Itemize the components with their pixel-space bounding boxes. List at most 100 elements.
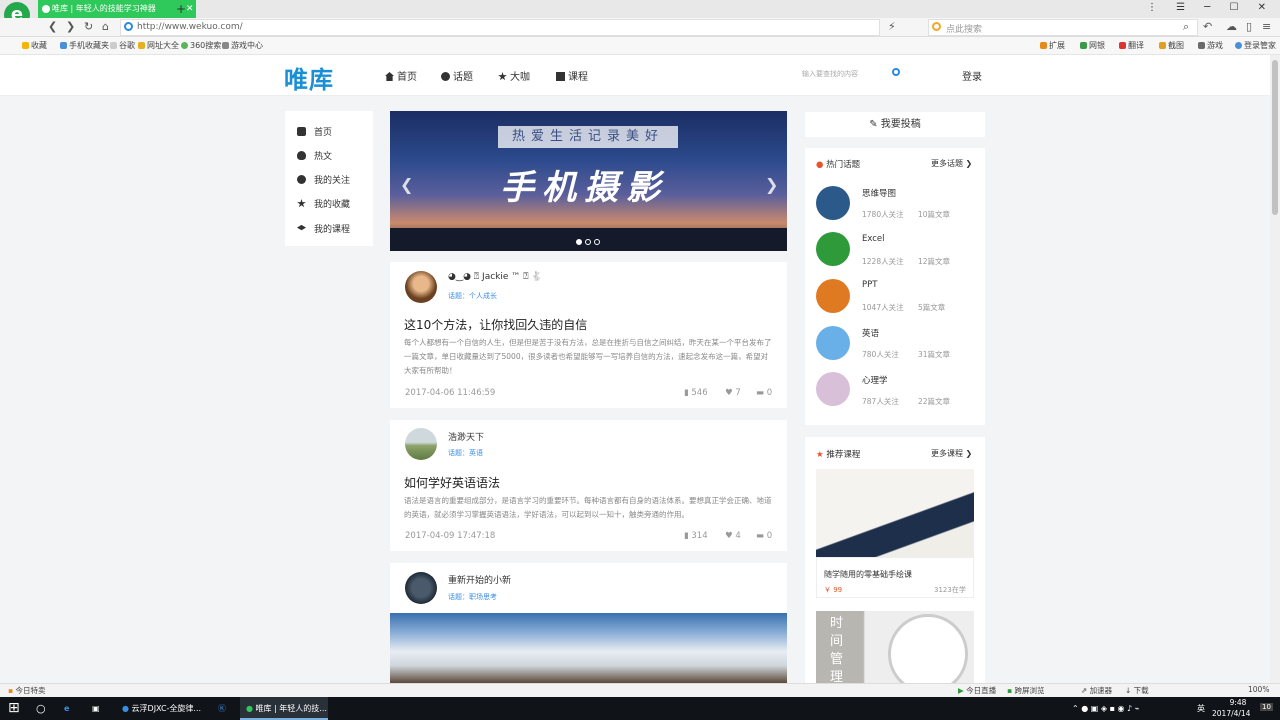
clock-date[interactable]: 2017/4/14 — [1212, 709, 1250, 718]
tool-login[interactable]: 登录管家 — [1235, 40, 1276, 51]
active-tab[interactable]: 唯库 | 年轻人的技能学习神器 — [38, 0, 196, 18]
bookmark-item[interactable]: 360搜索 — [181, 40, 221, 51]
search-icon[interactable] — [892, 68, 900, 76]
tray-icons[interactable]: ⌃ ● ▣ ◈ ▪ ◉ ♪ ⌁ — [1072, 697, 1140, 720]
like-stat[interactable]: ▮ 314 — [684, 531, 708, 541]
site-logo[interactable]: 唯库 — [284, 60, 334, 95]
topic-avatar[interactable] — [816, 326, 850, 360]
back-icon[interactable]: ❮ — [48, 20, 57, 33]
menu-icon[interactable]: ≡ — [1262, 20, 1271, 33]
topic-avatar[interactable] — [816, 372, 850, 406]
status-live[interactable]: ▶ 今日直播 — [958, 685, 996, 696]
menu-item-home[interactable]: 首页 — [297, 125, 332, 138]
article-title[interactable]: 如何学好英语语法 — [404, 474, 500, 491]
article-title[interactable]: 这10个方法，让你找回久违的自信 — [404, 316, 587, 333]
taskbar-app-browser[interactable]: ● 唯库 | 年轻人的技... — [240, 697, 328, 720]
notification-badge[interactable]: 10 — [1260, 703, 1273, 711]
course-title[interactable]: 随学随用的零基础手绘课 — [824, 569, 912, 580]
url-text[interactable]: http://www.wekuo.com/ — [137, 22, 243, 32]
phone-icon[interactable]: ▯ — [1246, 20, 1252, 33]
new-tab-button[interactable]: + — [176, 0, 186, 18]
forward-icon[interactable]: ❯ — [66, 20, 75, 33]
menu-item-favorites[interactable]: 我的收藏 — [297, 197, 350, 210]
nav-experts[interactable]: 大咖 — [498, 68, 530, 83]
window-controls[interactable]: ⋮ ☰ ─ ☐ ✕ — [1147, 2, 1274, 13]
k-app-icon[interactable]: Ⓚ — [212, 697, 236, 720]
avatar[interactable] — [405, 271, 437, 303]
search-icon[interactable]: ⌕ — [1183, 20, 1189, 34]
like-stat[interactable]: ▮ 546 — [684, 388, 708, 398]
carousel-dot[interactable] — [585, 239, 591, 245]
status-sale[interactable]: ▪ 今日特卖 — [8, 685, 45, 696]
home-icon[interactable]: ⌂ — [102, 20, 109, 33]
cloud-icon[interactable]: ☁ — [1226, 20, 1237, 33]
scrollbar-thumb[interactable] — [1272, 60, 1278, 215]
topic-name[interactable]: 心理学 — [862, 374, 888, 386]
status-accelerator[interactable]: ⇗ 加速器 — [1081, 685, 1112, 696]
undo-icon[interactable]: ↶ — [1203, 20, 1212, 33]
carousel-dot[interactable] — [594, 239, 600, 245]
tool-translate[interactable]: 翻译 — [1119, 40, 1144, 51]
avatar[interactable] — [405, 428, 437, 460]
store-icon[interactable]: ▣ — [92, 697, 106, 720]
menu-item-hot[interactable]: 热文 — [297, 149, 332, 162]
author-name[interactable]: 重新开始的小新 — [448, 573, 511, 586]
topic-link[interactable]: 话题：职场思考 — [448, 592, 497, 602]
topic-avatar[interactable] — [816, 232, 850, 266]
bookmark-item[interactable]: 谷歌 — [110, 40, 135, 51]
topic-link[interactable]: 话题：个人成长 — [448, 291, 497, 301]
topic-name[interactable]: Excel — [862, 234, 885, 244]
article-cover-image[interactable] — [390, 613, 787, 683]
prev-arrow-icon[interactable]: ❮ — [400, 175, 413, 194]
cortana-icon[interactable]: ○ — [36, 697, 50, 720]
course-cover-image[interactable] — [816, 469, 974, 557]
carousel-dot[interactable] — [576, 239, 582, 245]
bookmark-item[interactable]: 网址大全 — [138, 40, 179, 51]
more-topics-link[interactable]: 更多话题 ❯ — [931, 158, 972, 169]
status-download[interactable]: ↓ 下载 — [1125, 685, 1149, 696]
site-search-input[interactable]: 输入要查找的内容 — [802, 69, 858, 79]
nav-home[interactable]: 首页 — [385, 68, 417, 83]
speed-icon[interactable]: ⚡ — [888, 20, 896, 33]
menu-item-following[interactable]: 我的关注 — [297, 173, 350, 186]
clock-time[interactable]: 9:48 — [1218, 698, 1258, 707]
article-card[interactable] — [390, 262, 787, 408]
windows-start-icon[interactable]: ⊞ — [8, 697, 32, 720]
site-info-icon[interactable] — [124, 22, 133, 31]
menu-item-courses[interactable]: 我的课程 — [297, 222, 350, 235]
taskbar-app-music[interactable]: ● 云浮DJXC-全旋律... — [116, 697, 208, 720]
more-courses-link[interactable]: 更多课程 ❯ — [931, 448, 972, 459]
ime-lang[interactable]: 英 — [1197, 697, 1205, 720]
topic-avatar[interactable] — [816, 186, 850, 220]
heart-stat[interactable]: ♥ 7 — [725, 388, 741, 398]
comment-stat[interactable]: ▬ 0 — [756, 531, 772, 541]
close-icon[interactable]: ✕ — [186, 0, 196, 18]
tool-bank[interactable]: 网银 — [1080, 40, 1105, 51]
tool-screenshot[interactable]: 截图 — [1159, 40, 1184, 51]
heart-stat[interactable]: ♥ 4 — [725, 531, 741, 541]
status-crossscreen[interactable]: ▪ 跨屏浏览 — [1007, 685, 1044, 696]
tool-games[interactable]: 游戏 — [1198, 40, 1223, 51]
topic-avatar[interactable] — [816, 279, 850, 313]
author-name[interactable]: ◕‿◕ ⍰ Jackie ™ ⍰ 🐇 — [448, 272, 543, 282]
comment-stat[interactable]: ▬ 0 — [756, 388, 772, 398]
author-name[interactable]: 浩渺天下 — [448, 430, 484, 443]
search-engine-icon[interactable] — [932, 22, 941, 31]
status-zoom[interactable]: 100% — [1248, 685, 1269, 694]
nav-courses[interactable]: 课程 — [556, 68, 588, 83]
avatar[interactable] — [405, 572, 437, 604]
refresh-icon[interactable]: ↻ — [84, 20, 93, 33]
next-arrow-icon[interactable]: ❯ — [765, 175, 778, 194]
edge-icon[interactable]: e — [64, 697, 78, 720]
topic-link[interactable]: 话题：英语 — [448, 448, 483, 458]
bookmark-item[interactable]: 游戏中心 — [222, 40, 263, 51]
login-link[interactable]: 登录 — [962, 68, 982, 83]
tool-extensions[interactable]: 扩展 — [1040, 40, 1065, 51]
bookmark-item[interactable]: 手机收藏夹 — [60, 40, 109, 51]
nav-topics[interactable]: 话题 — [441, 68, 473, 83]
topic-name[interactable]: 思维导图 — [862, 187, 896, 199]
submit-article-button[interactable]: ✎ 我要投稿 — [805, 112, 985, 137]
bookmark-item[interactable]: 收藏 — [22, 40, 47, 51]
topic-name[interactable]: 英语 — [862, 327, 879, 339]
topic-name[interactable]: PPT — [862, 280, 877, 290]
